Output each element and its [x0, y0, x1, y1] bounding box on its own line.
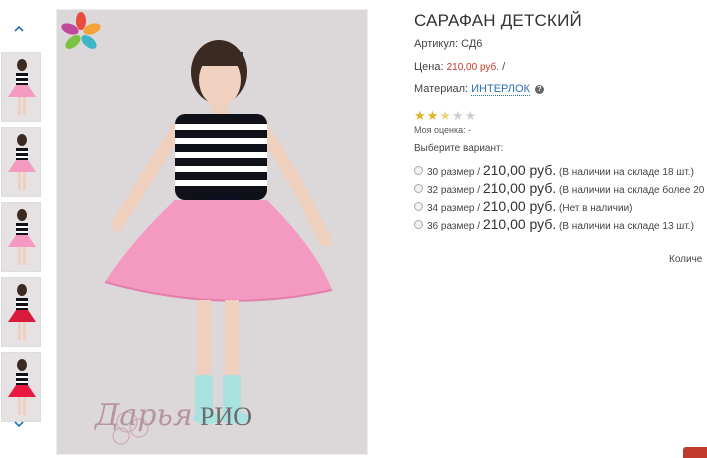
variant-separator: / — [477, 185, 481, 196]
rating-star[interactable]: ★ — [452, 108, 465, 123]
variant-separator: / — [477, 167, 481, 178]
product-photo — [57, 10, 367, 454]
main-product-image[interactable] — [56, 9, 368, 455]
variant-price: 210,00 руб. — [482, 180, 557, 196]
product-title: САРАФАН ДЕТСКИЙ — [414, 11, 582, 30]
variant-radio[interactable] — [414, 220, 423, 229]
price-row: Цена: 210,00 руб. / — [414, 61, 505, 73]
thumbnail-image — [2, 278, 40, 346]
rating-stars: ★★★★★ — [414, 108, 477, 124]
price-value: 210,00 руб. — [446, 62, 500, 73]
variant-stock: (Нет в наличии) — [559, 203, 633, 214]
quantity-label: Количе — [669, 254, 703, 265]
help-icon[interactable]: ? — [535, 85, 544, 94]
variant-radio[interactable] — [414, 184, 423, 193]
rating-star[interactable]: ★ — [427, 108, 440, 123]
variant-size: 32 размер — [427, 185, 475, 196]
thumbnail-item[interactable] — [1, 52, 41, 122]
thumbnail-image — [2, 128, 40, 196]
rating-star[interactable]: ★ — [465, 108, 478, 123]
sku-row: Артикул: СД6 — [414, 38, 482, 50]
thumbnail-image — [2, 353, 40, 421]
price-label: Цена: — [414, 61, 444, 73]
thumbnail-item[interactable] — [1, 352, 41, 422]
variant-stock: (В наличии на складе более 20 шт.) — [559, 185, 707, 196]
variant-option[interactable]: 36 размер / 210,00 руб. (В наличии на ск… — [414, 216, 694, 232]
thumbnail-item[interactable] — [1, 202, 41, 272]
variant-radio[interactable] — [414, 166, 423, 175]
material-label: Материал: — [414, 83, 469, 95]
my-rating-label: Моя оценка: - — [414, 125, 472, 135]
variant-size: 36 размер — [427, 221, 475, 232]
chevron-up-icon — [14, 25, 24, 32]
rating-star[interactable]: ★ — [439, 108, 452, 123]
variant-price: 210,00 руб. — [482, 198, 557, 214]
variant-size: 34 размер — [427, 203, 475, 214]
thumbnail-image — [2, 53, 40, 121]
watermark-script: Дарья — [95, 398, 193, 433]
thumbnail-item[interactable] — [1, 127, 41, 197]
rating-star[interactable]: ★ — [414, 108, 427, 123]
sku-value: СД6 — [461, 38, 483, 50]
material-row: Материал: ИНТЕРЛОК ? — [414, 83, 544, 96]
variant-stock: (В наличии на складе 18 шт.) — [559, 167, 694, 178]
variant-price: 210,00 руб. — [482, 216, 557, 232]
variant-radio[interactable] — [414, 202, 423, 211]
sku-label: Артикул: — [414, 38, 459, 50]
thumbnail-image — [2, 203, 40, 271]
chevron-down-icon — [14, 421, 24, 428]
price-suffix: / — [502, 61, 506, 73]
thumbnail-strip — [0, 22, 42, 442]
variant-separator: / — [477, 221, 481, 232]
watermark-brand: РИО — [200, 402, 253, 431]
thumbnail-up-arrow[interactable] — [10, 22, 28, 36]
variant-option[interactable]: 34 размер / 210,00 руб. (Нет в наличии) — [414, 198, 632, 214]
variant-stock: (В наличии на складе 13 шт.) — [559, 221, 694, 232]
thumbnail-down-arrow[interactable] — [10, 417, 28, 431]
thumbnail-item[interactable] — [1, 277, 41, 347]
brand-flower-logo — [61, 12, 101, 49]
corner-tab[interactable] — [683, 447, 707, 458]
variant-price: 210,00 руб. — [482, 162, 557, 178]
variant-option[interactable]: 30 размер / 210,00 руб. (В наличии на ск… — [414, 162, 694, 178]
material-link[interactable]: ИНТЕРЛОК — [471, 83, 530, 96]
variant-option[interactable]: 32 размер / 210,00 руб. (В наличии на ск… — [414, 180, 707, 196]
variant-separator: / — [477, 203, 481, 214]
variant-heading: Выберите вариант: — [414, 143, 504, 154]
product-info: САРАФАН ДЕТСКИЙ Артикул: СД6 Цена: 210,0… — [414, 0, 707, 458]
variant-size: 30 размер — [427, 167, 475, 178]
